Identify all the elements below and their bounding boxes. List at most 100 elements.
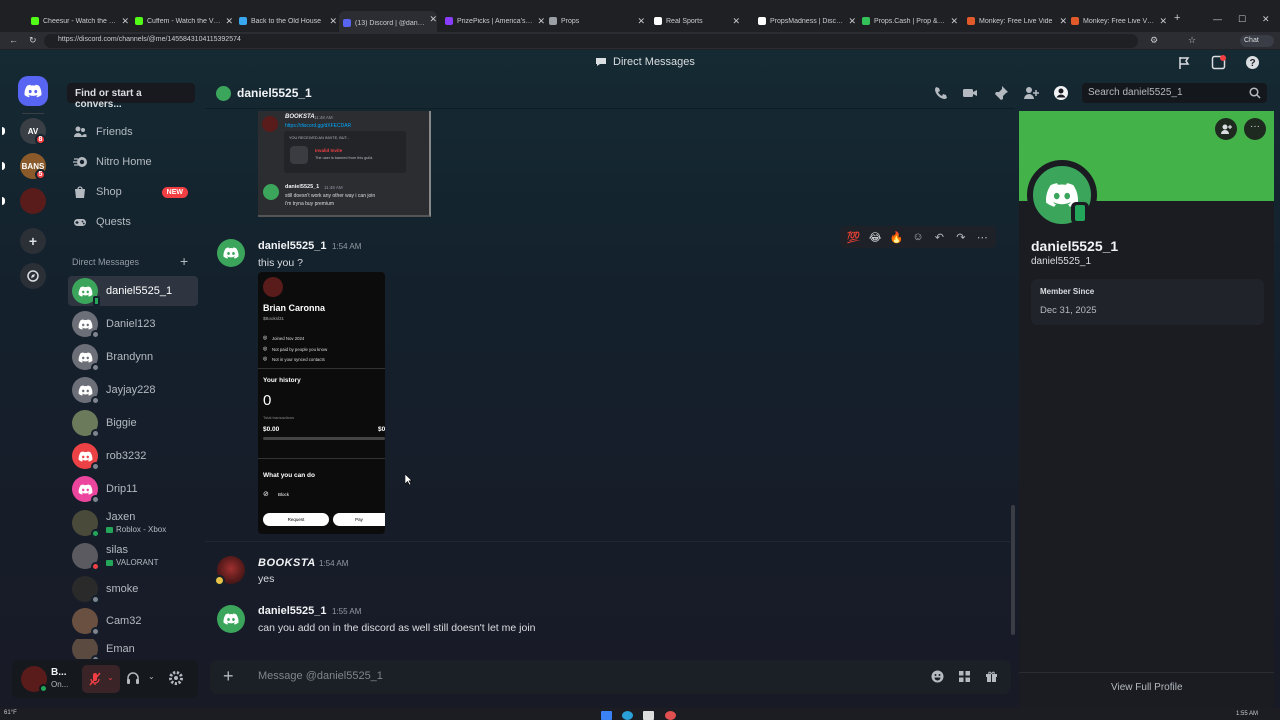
dm-item[interactable]: Eman [68, 639, 198, 659]
tab-close-icon[interactable]: ✕ [950, 16, 958, 27]
dm-item[interactable]: silas VALORANT [68, 541, 198, 571]
browser-tab[interactable]: (13) Discord | @daniel5525 ✕ [339, 11, 437, 32]
tab-close-icon[interactable]: ✕ [1159, 16, 1167, 27]
search-dm-input[interactable]: Search daniel5525_1 [1082, 83, 1267, 103]
quick-reaction-button[interactable]: 🔥 [888, 231, 905, 244]
user-profile-icon[interactable] [1053, 85, 1069, 101]
dm-item[interactable]: Cam32 [68, 606, 198, 636]
gift-icon[interactable] [985, 670, 998, 683]
sidebar-nav-shop[interactable]: Shop NEW [72, 181, 198, 203]
message-avatar[interactable] [217, 239, 245, 267]
minimize-icon[interactable]: — [1213, 14, 1222, 24]
app-taskbar-icon[interactable] [665, 711, 676, 720]
dm-name: daniel5525_1 [106, 284, 173, 297]
chat-recipient-name[interactable]: daniel5525_1 [237, 86, 312, 100]
apps-icon[interactable] [958, 670, 971, 683]
tab-close-icon[interactable]: ✕ [121, 16, 129, 27]
browser-tab[interactable]: Monkey: Free Live Vide ✕ [1067, 13, 1167, 29]
browser-tab[interactable]: PrizePicks | America's #1 Fan ✕ [441, 13, 545, 29]
dm-item[interactable]: Jaxen Roblox - Xbox [68, 508, 198, 538]
dm-item[interactable]: Daniel123 [68, 309, 198, 339]
attachment-image-profile[interactable]: Brian Caronna $Booksl31 Your history 0 T… [258, 272, 385, 534]
pinned-messages-icon[interactable] [993, 85, 1009, 101]
files-taskbar-icon[interactable] [643, 711, 654, 720]
dm-item[interactable]: Brandynn [68, 342, 198, 372]
window-close-icon[interactable]: ✕ [1262, 14, 1270, 25]
dm-item[interactable]: Jayjay228 [68, 375, 198, 405]
dm-item[interactable]: rob3232 [68, 441, 198, 471]
video-call-icon[interactable] [962, 85, 978, 101]
add-friends-to-dm-icon[interactable] [1023, 85, 1039, 101]
voice-call-icon[interactable] [933, 85, 949, 101]
browser-tab[interactable]: Cheesur - Watch the VOD o ✕ [27, 13, 129, 29]
discover-button[interactable] [20, 263, 46, 289]
create-dm-button[interactable]: + [180, 253, 188, 269]
chat-button[interactable]: Chat [1240, 35, 1274, 47]
maximize-icon[interactable]: ☐ [1238, 14, 1246, 25]
quick-reaction-button[interactable]: 😂 [866, 231, 883, 244]
emoji-picker-icon[interactable] [931, 670, 944, 683]
start-icon[interactable] [601, 711, 612, 720]
tab-close-icon[interactable]: ✕ [848, 16, 856, 27]
settings-gear-icon[interactable] [168, 670, 184, 686]
forward-icon[interactable]: ↷ [952, 231, 969, 244]
message-author-3[interactable]: daniel5525_1 [258, 605, 327, 617]
sidebar-nav-nitro-home[interactable]: Nitro Home [72, 151, 198, 173]
bookmark-icon[interactable]: ☆ [1188, 35, 1196, 46]
invite-invalid-title: Invalid Invite [315, 148, 343, 153]
back-icon[interactable]: ← [9, 35, 18, 45]
tab-close-icon[interactable]: ✕ [537, 16, 545, 27]
headset-icon[interactable] [126, 671, 140, 685]
message-input[interactable]: Message @daniel5525_1 [258, 670, 383, 682]
add-friend-button[interactable] [1215, 118, 1237, 140]
browser-tab[interactable]: Props ✕ [545, 13, 645, 29]
flag-icon[interactable] [1177, 56, 1191, 70]
message-author-booksta[interactable]: BOOKSTA [258, 557, 316, 569]
add-reaction-icon[interactable]: ☺ [909, 231, 926, 243]
sidebar-nav-quests[interactable]: Quests [72, 211, 198, 233]
server-icon[interactable] [20, 188, 46, 214]
browser-tab[interactable]: Props.Cash | Prop & Pick Fi ✕ [858, 13, 958, 29]
tab-close-icon[interactable]: ✕ [429, 14, 437, 25]
quick-reaction-button[interactable]: 💯 [845, 231, 862, 244]
dm-item[interactable]: daniel5525_1 [68, 276, 198, 306]
add-server-button[interactable]: + [20, 228, 46, 254]
more-options-button[interactable]: ··· [1244, 118, 1266, 140]
find-conversation-input[interactable]: Find or start a convers... [67, 83, 195, 110]
message-text: this you ? [258, 257, 303, 269]
reload-icon[interactable]: ↻ [29, 35, 37, 46]
attach-plus-icon[interactable]: + [223, 666, 234, 687]
mute-button[interactable]: ⌄ [82, 665, 120, 693]
sidebar-nav-friends[interactable]: Friends [72, 121, 198, 143]
browser-tab[interactable]: Real Sports ✕ [650, 13, 740, 29]
chat-scrollbar[interactable] [1011, 505, 1015, 635]
browser-tab[interactable]: PropsMadness | Discover N ✕ [754, 13, 856, 29]
browser-tab[interactable]: Monkey: Free Live Vide ✕ [963, 13, 1067, 29]
view-full-profile-link[interactable]: View Full Profile [1111, 682, 1183, 693]
browser-tab[interactable]: Cuffem - Watch the VOD on ✕ [131, 13, 233, 29]
nav-label: Friends [96, 126, 133, 138]
reply-icon[interactable]: ↶ [931, 231, 948, 244]
extensions-icon[interactable]: ⚙ [1150, 35, 1158, 46]
browser-tab[interactable]: Back to the Old House ✕ [235, 13, 337, 29]
edge-taskbar-icon[interactable] [622, 711, 633, 720]
tab-close-icon[interactable]: ✕ [225, 16, 233, 27]
more-actions-icon[interactable]: ⋯ [974, 231, 991, 244]
dm-item[interactable]: Biggie [68, 408, 198, 438]
tab-close-icon[interactable]: ✕ [637, 16, 645, 27]
discord-home-button[interactable] [18, 76, 48, 106]
tab-close-icon[interactable]: ✕ [1059, 16, 1067, 27]
new-tab-icon[interactable]: + [1174, 12, 1180, 24]
tab-close-icon[interactable]: ✕ [329, 16, 337, 27]
help-icon[interactable]: ? [1245, 55, 1260, 70]
tab-close-icon[interactable]: ✕ [732, 16, 740, 27]
dm-item[interactable]: smoke [68, 574, 198, 604]
tab-favicon-icon [862, 17, 870, 25]
dm-item[interactable]: Drip11 [68, 474, 198, 504]
inbox-icon[interactable] [1211, 55, 1226, 70]
message-avatar-3[interactable] [217, 605, 245, 633]
audio-options-chevron-icon[interactable]: ⌄ [148, 672, 155, 681]
tab-favicon-icon [1071, 17, 1079, 25]
message-author[interactable]: daniel5525_1 [258, 240, 327, 252]
attachment-image-invite[interactable]: BOOKSTA 11:48 AM https://discord.gg/dXFE… [258, 111, 431, 217]
